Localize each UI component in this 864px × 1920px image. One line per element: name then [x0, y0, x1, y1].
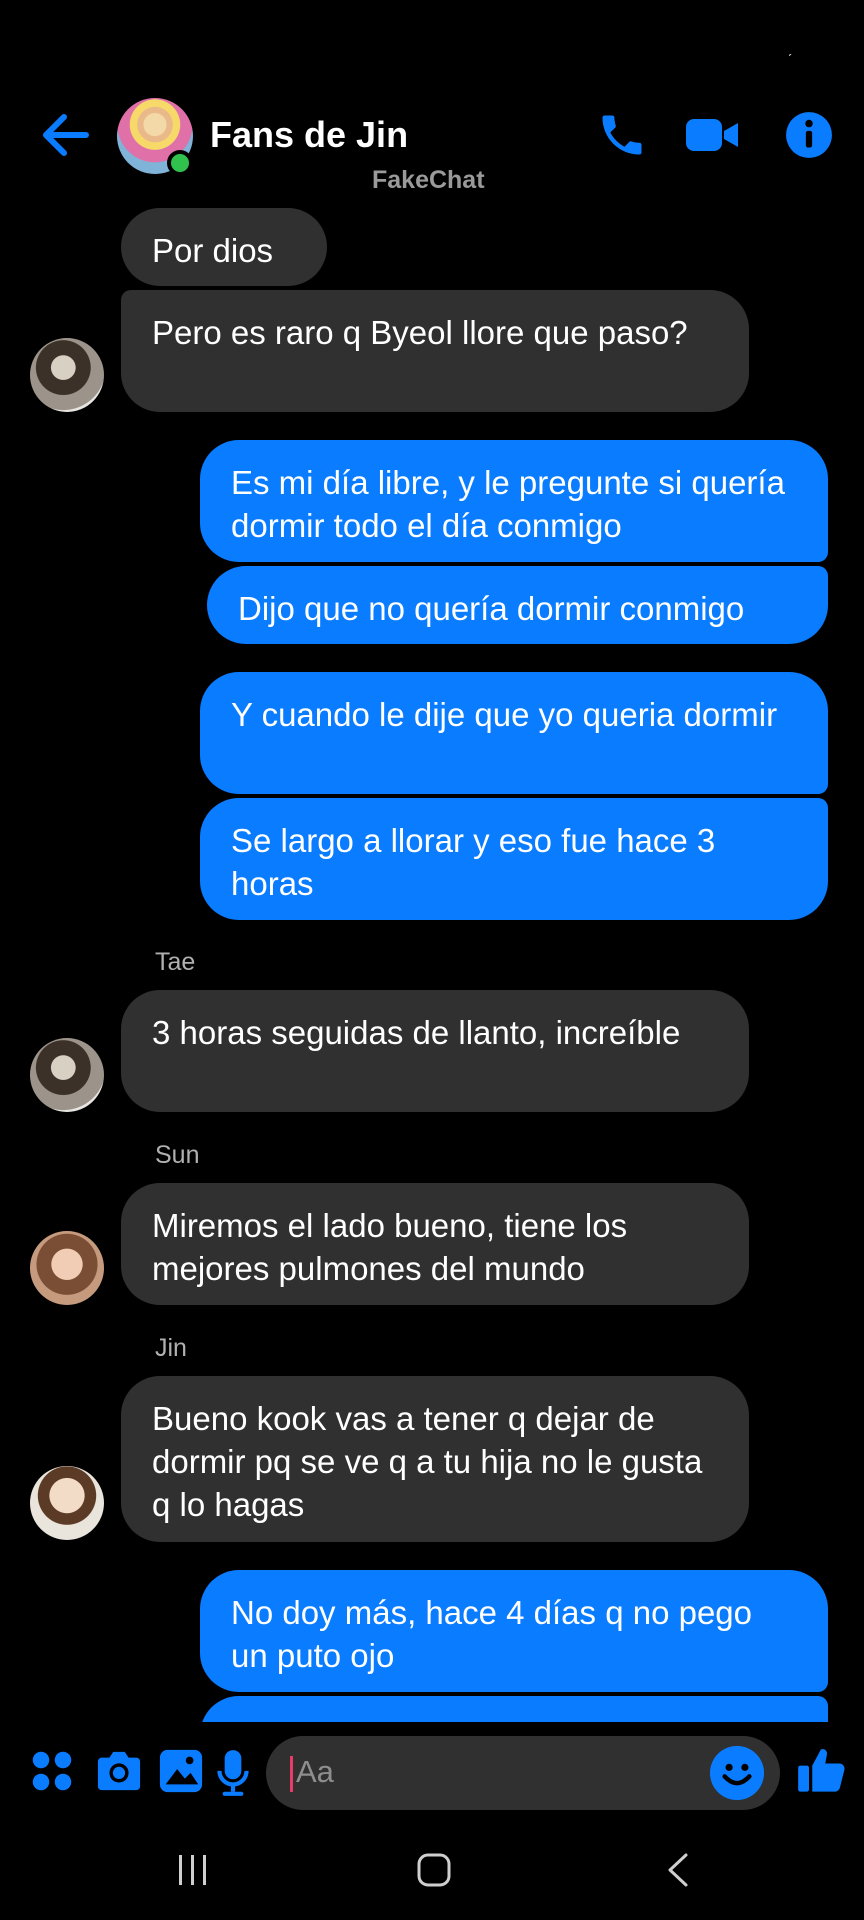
- back-arrow-icon[interactable]: [38, 108, 92, 162]
- phone-icon[interactable]: [596, 108, 648, 162]
- online-indicator: [167, 150, 193, 176]
- microphone-icon[interactable]: [216, 1748, 250, 1798]
- message-bubble[interactable]: Por dios: [121, 208, 327, 286]
- avatar[interactable]: [30, 1231, 104, 1305]
- info-icon[interactable]: [784, 110, 834, 160]
- image-icon[interactable]: [158, 1748, 204, 1794]
- message-input[interactable]: Aa: [266, 1736, 780, 1810]
- message-bubble[interactable]: Se largo a llorar y eso fue hace 3 horas: [200, 798, 828, 920]
- recent-apps-icon[interactable]: [176, 1852, 210, 1888]
- message-list[interactable]: Por dios Pero es raro q Byeol llore que …: [0, 200, 864, 1722]
- sender-name: Sun: [155, 1141, 200, 1169]
- video-camera-icon[interactable]: [684, 108, 740, 162]
- message-bubble[interactable]: Es mi día libre, y le pregunte si quería…: [200, 440, 828, 562]
- message-bubble[interactable]: Y cuando le dije que yo queria dormir: [200, 672, 828, 794]
- system-nav-bar: [0, 1822, 864, 1920]
- chat-subtitle: FakeChat: [372, 166, 485, 194]
- sender-name: Tae: [155, 948, 196, 976]
- message-bubble[interactable]: Pero es raro q Byeol llore que paso?: [121, 290, 749, 412]
- composer-bar: Aa: [0, 1722, 864, 1822]
- chat-header: ˏ Fans de Jin FakeChat: [0, 0, 864, 200]
- message-bubble[interactable]: Bueno kook vas a tener q dejar de dormir…: [121, 1376, 749, 1542]
- avatar[interactable]: [30, 1038, 104, 1112]
- camera-icon[interactable]: [94, 1748, 144, 1794]
- back-icon[interactable]: [664, 1852, 690, 1888]
- message-bubble[interactable]: Dijo que no quería dormir conmigo: [207, 566, 828, 644]
- message-bubble[interactable]: No doy más, hace 4 días q no pego un put…: [200, 1570, 828, 1692]
- sender-name: Jin: [155, 1334, 187, 1362]
- message-input-placeholder: Aa: [296, 1754, 334, 1789]
- chat-title[interactable]: Fans de Jin: [210, 114, 408, 156]
- text-caret: [290, 1756, 293, 1792]
- avatar[interactable]: [30, 1466, 104, 1540]
- message-bubble[interactable]: 3 horas seguidas de llanto, increíble: [121, 990, 749, 1112]
- message-bubble-partial[interactable]: [200, 1696, 828, 1722]
- avatar[interactable]: [30, 338, 104, 412]
- message-bubble[interactable]: Miremos el lado bueno, tiene los mejores…: [121, 1183, 749, 1305]
- home-icon[interactable]: [416, 1852, 452, 1888]
- emoji-icon[interactable]: [710, 1746, 764, 1800]
- apps-icon[interactable]: [30, 1748, 74, 1794]
- status-mark: ˏ: [787, 40, 792, 56]
- thumbs-up-icon[interactable]: [796, 1744, 848, 1796]
